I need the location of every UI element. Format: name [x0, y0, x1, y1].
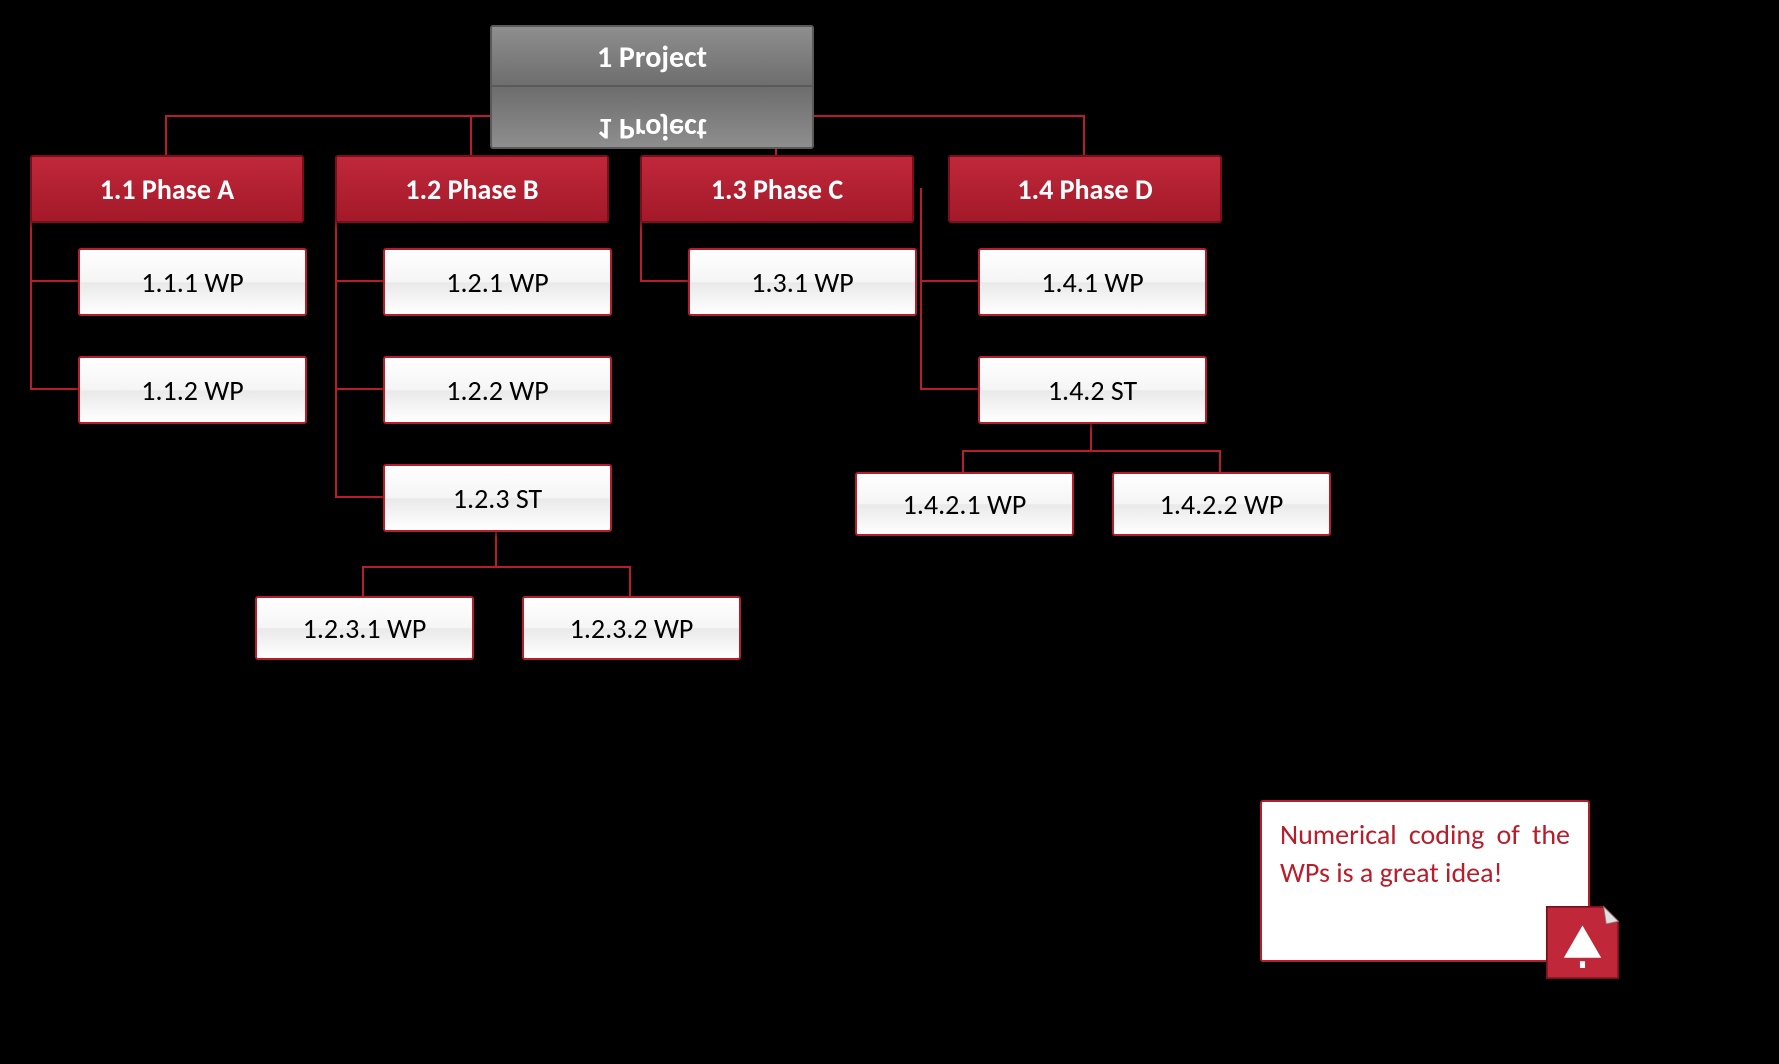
connector	[362, 566, 364, 596]
connector	[362, 566, 629, 568]
root-label: 1 Project	[597, 39, 707, 76]
wp-label: 1.4.2.1 WP	[903, 487, 1027, 522]
wp-label: 1.2.3.1 WP	[303, 611, 427, 646]
connector	[30, 280, 78, 282]
wp-label: 1.4.2.2 WP	[1160, 487, 1284, 522]
connector	[640, 280, 688, 282]
connector	[335, 496, 383, 498]
wp-1-2-1: 1.2.1 WP	[383, 248, 612, 316]
wp-label: 1.2.3.2 WP	[570, 611, 694, 646]
phase-label: 1.4 Phase D	[1017, 172, 1152, 207]
phase-b: 1.2 Phase B	[335, 155, 609, 223]
callout-text: Numerical coding of the WPs is a great i…	[1280, 817, 1570, 890]
connector	[470, 115, 472, 155]
connector	[335, 388, 383, 390]
connector	[629, 566, 631, 596]
phase-a: 1.1 Phase A	[30, 155, 304, 223]
wp-label: 1.1.2 WP	[141, 373, 243, 408]
wp-label: 1.2.2 WP	[446, 373, 548, 408]
wp-1-4-2-2: 1.4.2.2 WP	[1112, 472, 1331, 536]
wp-label: 1.3.1 WP	[751, 265, 853, 300]
wp-1-2-3-2: 1.2.3.2 WP	[522, 596, 741, 660]
connector	[1083, 115, 1085, 155]
connector	[335, 188, 337, 496]
root-node: 1 Project	[490, 25, 814, 89]
phase-label: 1.1 Phase A	[100, 172, 235, 207]
wp-1-1-1: 1.1.1 WP	[78, 248, 307, 316]
root-node-reflection: 1 Project	[490, 85, 814, 149]
connector	[962, 450, 964, 472]
st-1-4-2: 1.4.2 ST	[978, 356, 1207, 424]
wp-1-4-1: 1.4.1 WP	[978, 248, 1207, 316]
wp-1-3-1: 1.3.1 WP	[688, 248, 917, 316]
phase-label: 1.3 Phase C	[711, 172, 843, 207]
wp-label: 1.4.1 WP	[1041, 265, 1143, 300]
connector	[920, 280, 978, 282]
st-label: 1.2.3 ST	[453, 481, 542, 516]
connector	[1219, 450, 1221, 472]
st-label: 1.4.2 ST	[1048, 373, 1137, 408]
wp-1-2-3-1: 1.2.3.1 WP	[255, 596, 474, 660]
connector	[495, 528, 497, 566]
st-1-2-3: 1.2.3 ST	[383, 464, 612, 532]
phase-c: 1.3 Phase C	[640, 155, 914, 223]
phase-d: 1.4 Phase D	[948, 155, 1222, 223]
connector	[920, 388, 978, 390]
wp-1-1-2: 1.1.2 WP	[78, 356, 307, 424]
root-reflection-label: 1 Project	[597, 104, 707, 147]
phase-label: 1.2 Phase B	[405, 172, 538, 207]
connector	[30, 388, 78, 390]
wp-1-4-2-1: 1.4.2.1 WP	[855, 472, 1074, 536]
connector	[962, 450, 1219, 452]
connector	[165, 115, 167, 155]
wp-label: 1.2.1 WP	[446, 265, 548, 300]
alert-document-icon	[1540, 900, 1625, 985]
connector	[920, 188, 922, 388]
wp-label: 1.1.1 WP	[141, 265, 243, 300]
connector	[1090, 420, 1092, 450]
wp-1-2-2: 1.2.2 WP	[383, 356, 612, 424]
connector	[335, 280, 383, 282]
